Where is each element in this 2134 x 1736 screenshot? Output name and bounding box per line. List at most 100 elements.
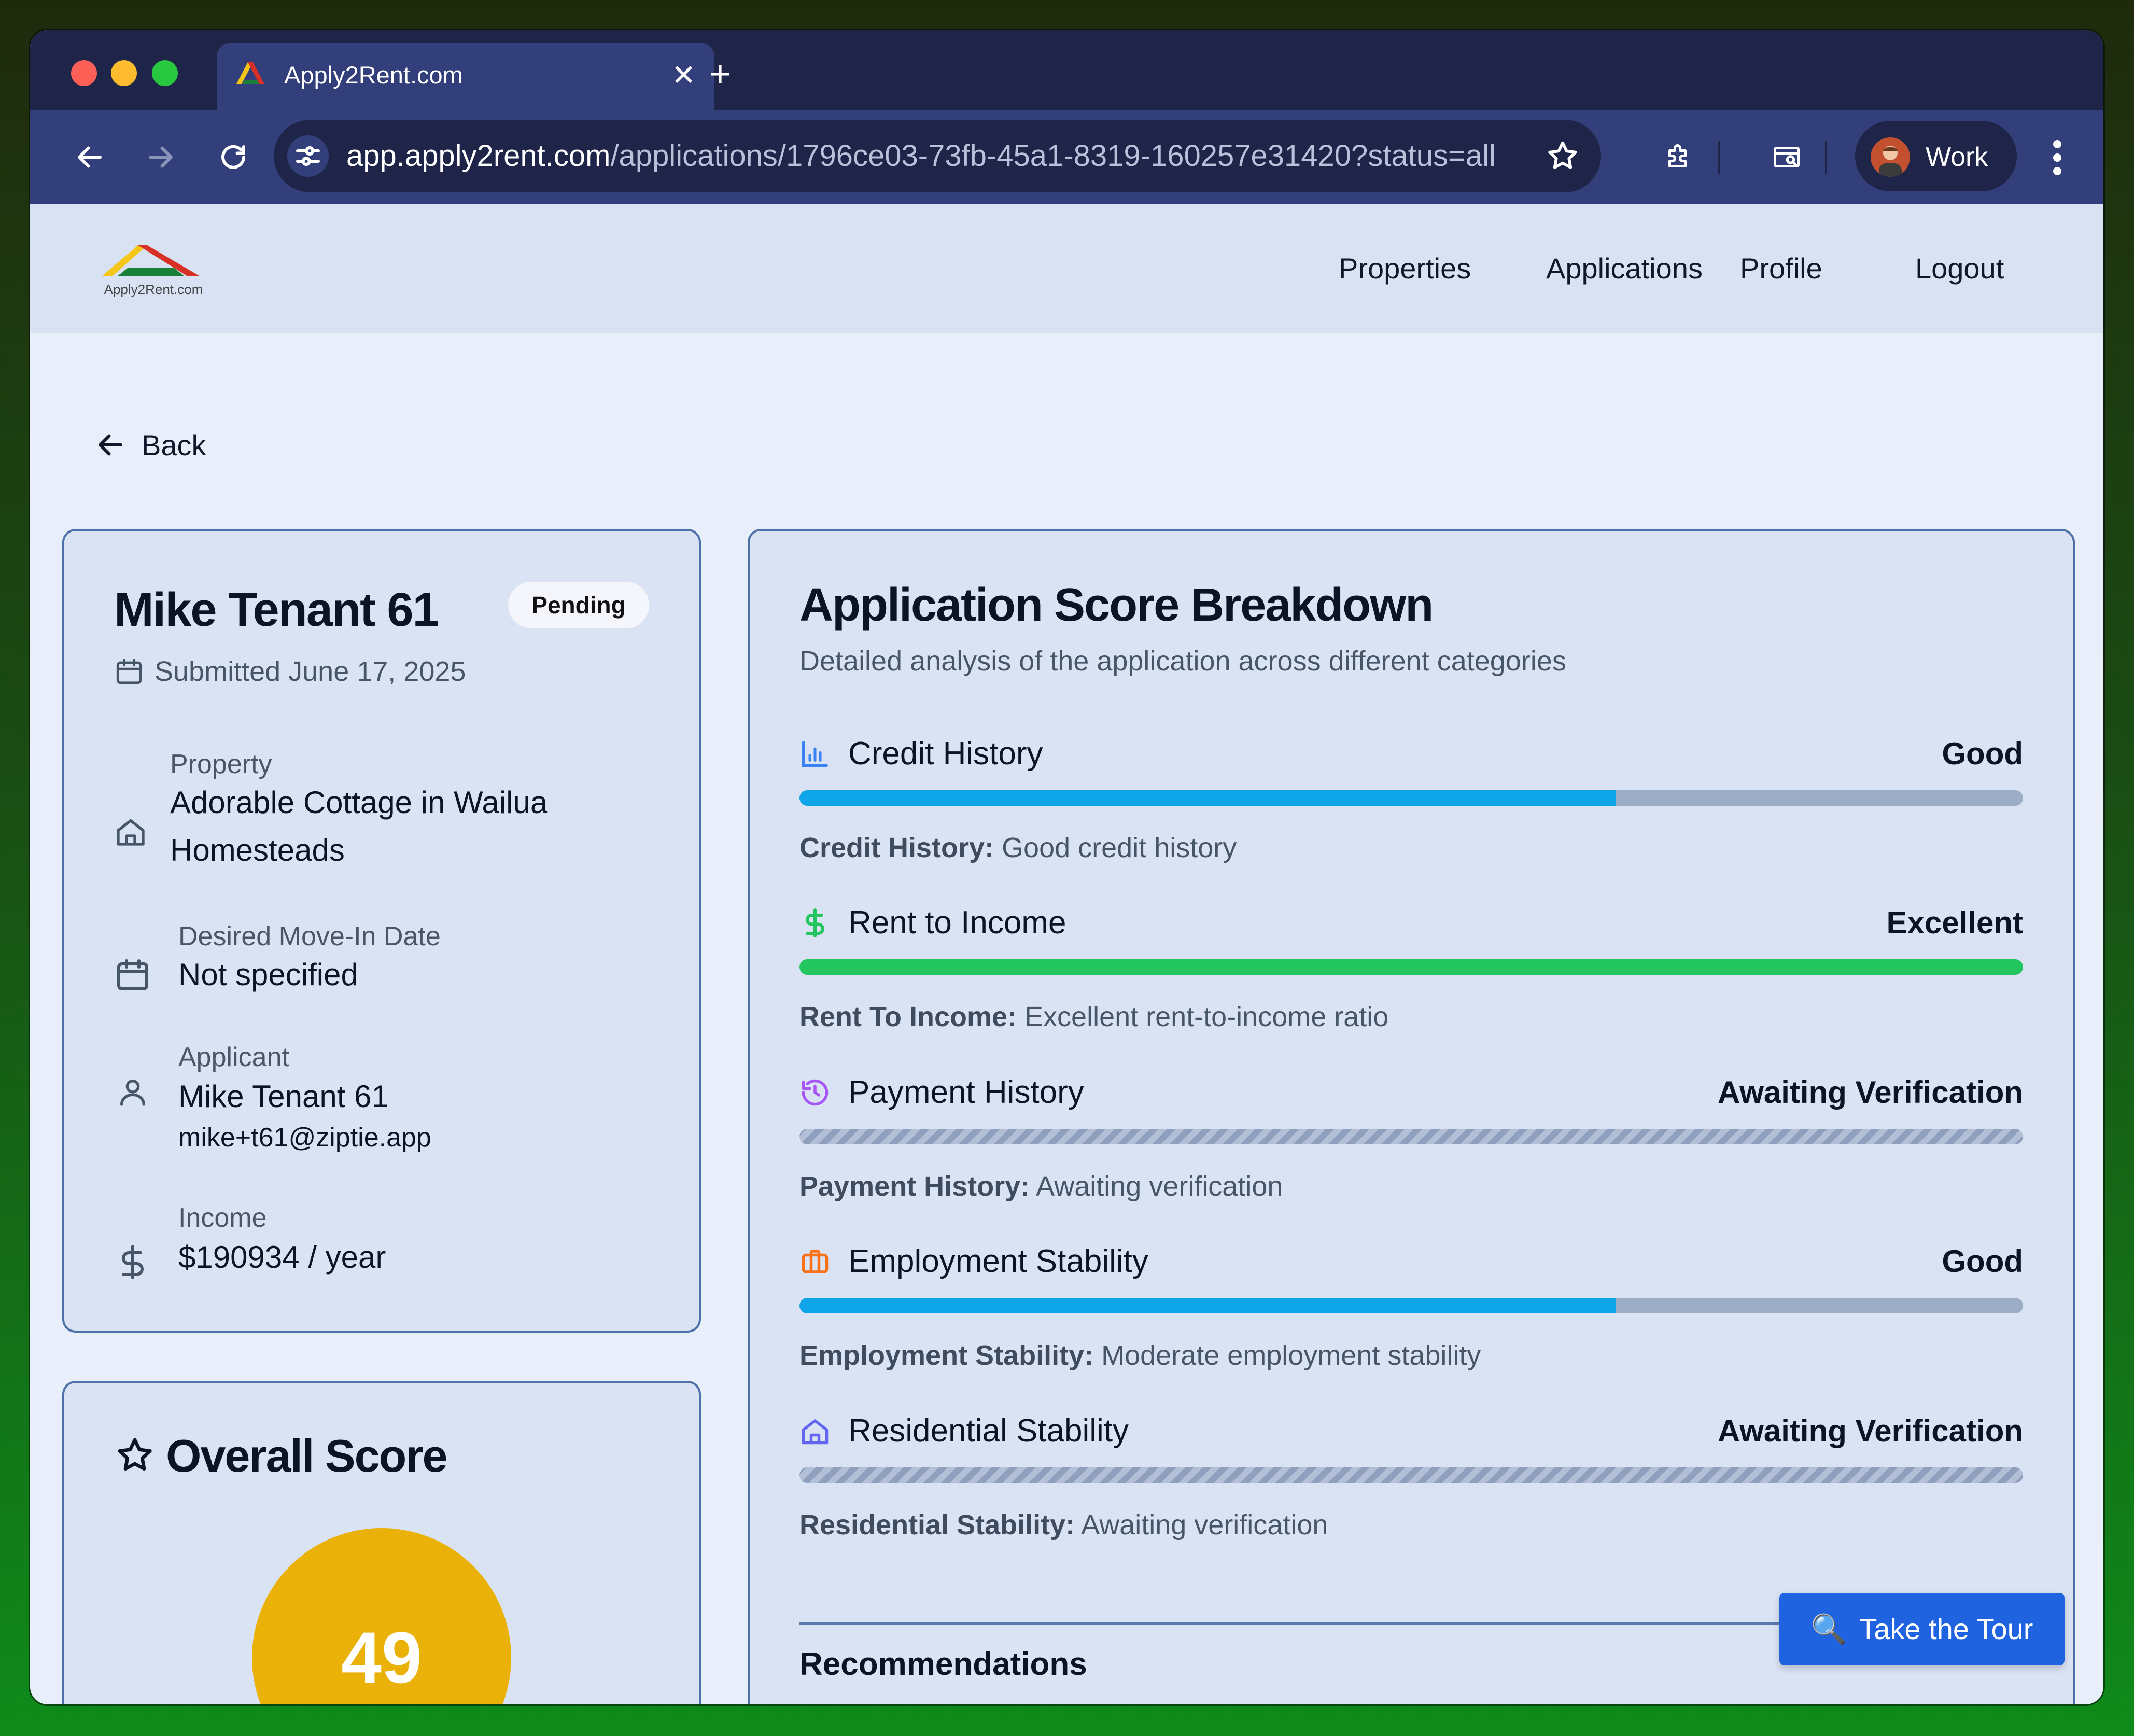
progress-bar (799, 959, 2023, 975)
status-badge: Pending (508, 582, 649, 628)
reading-mode-icon[interactable] (1771, 142, 1802, 173)
progress-bar (799, 1298, 2023, 1313)
category-description-text: Excellent rent-to-income ratio (1017, 1001, 1389, 1032)
tab-strip: Apply2Rent.com ✕ + (30, 30, 2103, 110)
site-settings-icon[interactable] (287, 135, 329, 177)
overall-score-card: Overall Score 49 (62, 1381, 701, 1704)
toolbar-separator (1718, 141, 1720, 174)
applicant-card: Mike Tenant 61 Pending Submitted June 17… (62, 529, 701, 1333)
reload-icon[interactable] (218, 142, 249, 173)
submitted-date: Submitted June 17, 2025 (114, 655, 466, 688)
move-in-value: Not specified (178, 957, 358, 992)
overall-score-circle: 49 (252, 1528, 511, 1704)
category-residential-stability: Residential Stability Awaiting Verificat… (799, 1405, 2023, 1561)
category-description-text: Good credit history (994, 832, 1237, 863)
category-employment-stability: Employment Stability Good Employment Sta… (799, 1236, 2023, 1391)
home-icon (802, 1419, 829, 1445)
url-text: app.apply2rent.com/applications/1796ce03… (346, 137, 1496, 175)
category-description-label: Payment History: (799, 1171, 1030, 1202)
applicant-name: Mike Tenant 61 (178, 1079, 389, 1114)
close-window-button[interactable] (71, 60, 97, 86)
category-description-label: Rent To Income: (799, 1001, 1017, 1032)
apply2rent-logo[interactable]: Apply2Rent.com (96, 236, 216, 303)
dollar-icon (122, 1245, 144, 1279)
new-tab-icon[interactable]: + (709, 51, 731, 97)
history-icon (802, 1079, 829, 1106)
applicant-email[interactable]: mike+t61@ziptie.app (178, 1122, 431, 1153)
tab-title: Apply2Rent.com (284, 61, 463, 89)
briefcase-icon (802, 1250, 829, 1273)
progress-bar (799, 1129, 2023, 1144)
progress-bar (799, 1467, 2023, 1483)
applicant-label: Applicant (178, 1042, 289, 1072)
forward-arrow-icon[interactable] (145, 142, 176, 173)
category-rent-to-income: Rent to Income Excellent Rent To Income:… (799, 897, 2023, 1053)
url-path: /applications/1796ce03-73fb-45a1-8319-16… (610, 139, 1496, 173)
star-icon (118, 1438, 152, 1471)
income-label: Income (178, 1203, 267, 1233)
browser-window: Apply2Rent.com ✕ + app.apply2rent.com/ap… (30, 30, 2103, 1704)
category-description: Rent To Income: Excellent rent-to-income… (799, 1001, 1388, 1033)
category-credit-history: Credit History Good Credit History: Good… (799, 728, 2023, 884)
back-link[interactable]: Back (95, 424, 206, 466)
take-the-tour-button[interactable]: 🔍 Take the Tour (1779, 1593, 2065, 1665)
nav-logout[interactable]: Logout (1915, 204, 2004, 333)
browser-menu-icon[interactable] (2052, 139, 2062, 176)
category-description: Payment History: Awaiting verification (799, 1170, 1283, 1202)
category-description-text: Moderate employment stability (1093, 1340, 1481, 1371)
category-name: Residential Stability (848, 1413, 1129, 1449)
breakdown-title: Application Score Breakdown (799, 579, 1434, 631)
avatar (1871, 137, 1910, 177)
site-header: Apply2Rent.com Properties Applications P… (30, 204, 2103, 333)
progress-bar (799, 790, 2023, 806)
property-label: Property (170, 749, 272, 779)
extensions-icon[interactable] (1663, 142, 1694, 173)
calendar-icon (116, 659, 142, 684)
progress-fill (799, 1298, 1616, 1313)
category-name: Payment History (848, 1074, 1084, 1110)
browser-tab[interactable]: Apply2Rent.com ✕ (217, 43, 714, 110)
profile-button[interactable]: Work (1855, 121, 2017, 191)
category-description-text: Awaiting verification (1030, 1171, 1283, 1202)
back-label: Back (142, 428, 206, 461)
category-rating: Good (1942, 736, 2023, 771)
toolbar-separator (1825, 141, 1827, 174)
category-rating: Awaiting Verification (1717, 1075, 2023, 1110)
category-name: Credit History (848, 736, 1043, 772)
favicon-icon (236, 62, 264, 84)
move-in-label: Desired Move-In Date (178, 921, 441, 951)
url-host: app.apply2rent.com (346, 139, 611, 173)
minimize-window-button[interactable] (111, 60, 137, 86)
maximize-window-button[interactable] (152, 60, 178, 86)
back-arrow-icon[interactable] (74, 142, 105, 173)
property-name-line1: Adorable Cottage in Wailua (170, 785, 548, 820)
home-icon (117, 819, 145, 846)
category-rating: Good (1942, 1244, 2023, 1279)
nav-profile[interactable]: Profile (1740, 204, 1822, 333)
address-bar[interactable]: app.apply2rent.com/applications/1796ce03… (274, 120, 1601, 192)
bookmark-star-icon[interactable] (1545, 138, 1580, 174)
progress-fill (799, 959, 2023, 975)
nav-properties[interactable]: Properties (1339, 204, 1471, 333)
bar-chart-icon (802, 741, 828, 767)
category-payment-history: Payment History Awaiting Verification Pa… (799, 1067, 2023, 1222)
category-description-label: Employment Stability: (799, 1340, 1094, 1371)
tab-close-icon[interactable]: ✕ (671, 57, 696, 93)
applicant-name-heading: Mike Tenant 61 (114, 583, 439, 636)
category-description: Residential Stability: Awaiting verifica… (799, 1509, 1328, 1541)
profile-name: Work (1926, 142, 1988, 172)
arrow-left-icon (99, 434, 122, 456)
dollar-icon (806, 908, 824, 937)
category-description: Employment Stability: Moderate employmen… (799, 1339, 1481, 1371)
user-icon (120, 1080, 145, 1106)
category-description-label: Residential Stability: (799, 1509, 1075, 1541)
submitted-text: Submitted June 17, 2025 (155, 656, 466, 687)
progress-fill (799, 790, 1616, 806)
logo-text: Apply2Rent.com (104, 282, 203, 297)
category-rating: Excellent (1886, 905, 2023, 940)
category-description-label: Credit History: (799, 832, 994, 863)
category-rating: Awaiting Verification (1717, 1413, 2023, 1448)
property-name-line2: Homesteads (170, 833, 345, 867)
nav-applications[interactable]: Applications (1546, 204, 1703, 333)
category-description: Credit History: Good credit history (799, 832, 1237, 864)
